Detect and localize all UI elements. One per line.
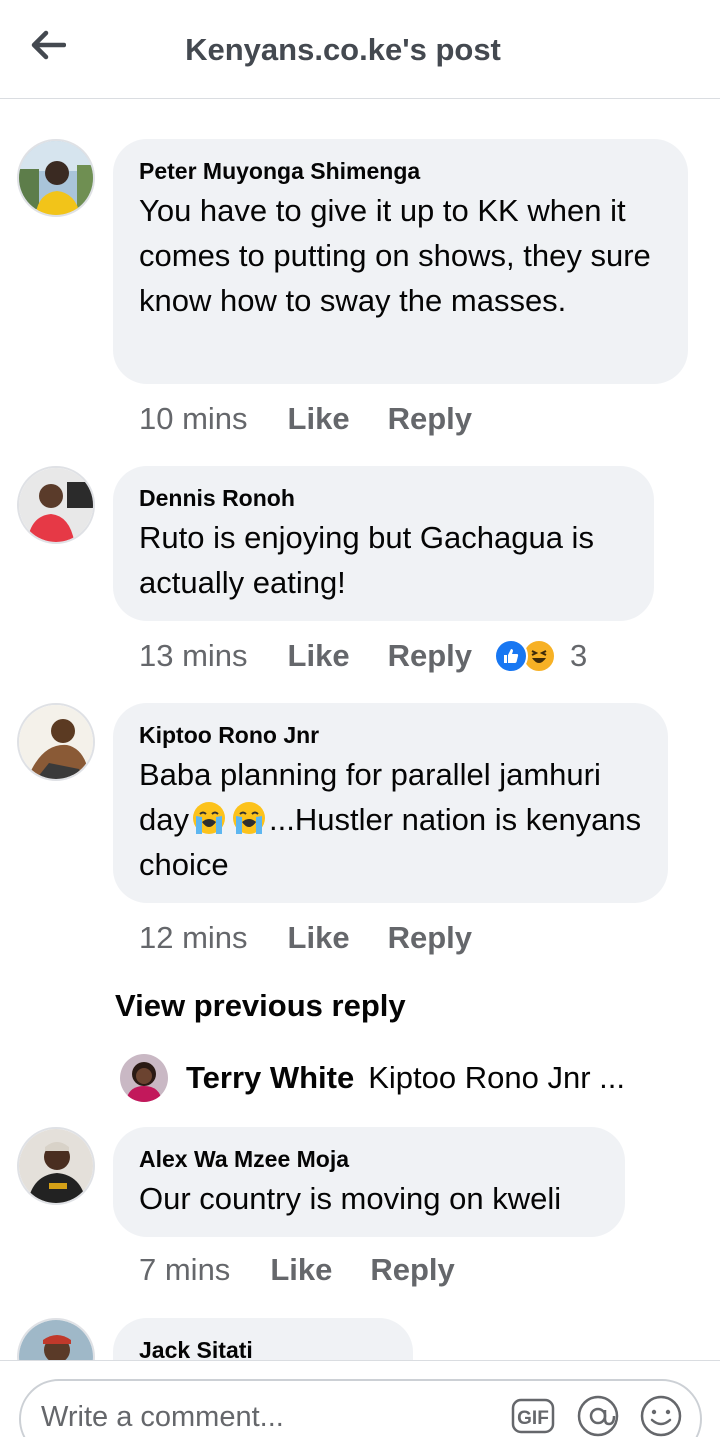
comment-text: Baba planning for parallel jamhuri day .… <box>139 752 642 887</box>
reply-button[interactable]: Reply <box>388 920 472 956</box>
mention-icon <box>577 1395 619 1437</box>
comment-author[interactable]: Alex Wa Mzee Moja <box>139 1145 599 1173</box>
comment-bubble[interactable]: Dennis Ronoh Ruto is enjoying but Gachag… <box>113 466 654 621</box>
reply-button[interactable]: Reply <box>388 401 472 437</box>
comment-author[interactable]: Dennis Ronoh <box>139 484 628 512</box>
reply-button[interactable]: Reply <box>388 638 472 674</box>
comment-author[interactable]: Kiptoo Rono Jnr <box>139 721 642 749</box>
comment-time: 10 mins <box>139 401 248 436</box>
comment-time: 12 mins <box>139 920 248 955</box>
loudly-crying-face-icon <box>192 802 225 834</box>
comment-actions: 7 mins Like Reply <box>139 1252 493 1288</box>
comment-time: 13 mins <box>139 638 248 673</box>
mention-button[interactable] <box>574 1392 622 1437</box>
comment-text: Our country is moving on kweli <box>139 1181 562 1216</box>
reply-button[interactable]: Reply <box>370 1252 454 1288</box>
gif-icon: GIF <box>511 1398 555 1434</box>
reply-preview[interactable]: Terry White Kiptoo Rono Jnr ... <box>120 1054 625 1102</box>
reply-snippet: Kiptoo Rono Jnr ... <box>368 1060 625 1095</box>
comment-input[interactable] <box>41 1395 461 1437</box>
page-title: Kenyans.co.ke's post <box>185 32 501 67</box>
reaction-count: 3 <box>570 638 588 673</box>
comment-composer: GIF <box>19 1379 702 1437</box>
comment-text: You have to give it up to KK when it com… <box>139 193 651 318</box>
comment-text: Ruto is enjoying but Gachagua is actuall… <box>139 520 594 600</box>
comment-actions: 13 mins Like Reply 3 <box>139 638 587 674</box>
like-button[interactable]: Like <box>270 1252 332 1288</box>
reply-author: Terry White <box>186 1060 355 1095</box>
like-button[interactable]: Like <box>288 401 350 437</box>
comment-actions: 10 mins Like Reply <box>139 401 510 437</box>
avatar[interactable] <box>17 1127 95 1205</box>
emoji-button[interactable] <box>637 1392 685 1437</box>
gif-label: GIF <box>517 1408 549 1429</box>
avatar <box>120 1054 168 1102</box>
comment-author[interactable]: Peter Muyonga Shimenga <box>139 157 662 185</box>
avatar[interactable] <box>17 703 95 781</box>
loudly-crying-face-icon <box>232 802 265 834</box>
comment-actions: 12 mins Like Reply <box>139 920 510 956</box>
avatar[interactable] <box>17 139 95 217</box>
reaction-summary[interactable]: 3 <box>494 638 587 674</box>
post-header: Kenyans.co.ke's post <box>0 0 720 99</box>
comment-bubble[interactable]: Alex Wa Mzee Moja Our country is moving … <box>113 1127 625 1237</box>
comment-time: 7 mins <box>139 1252 231 1287</box>
comment-bubble[interactable]: Kiptoo Rono Jnr Baba planning for parall… <box>113 703 668 903</box>
gif-button[interactable]: GIF <box>509 1392 557 1437</box>
like-reaction-icon <box>494 639 528 673</box>
like-button[interactable]: Like <box>288 638 350 674</box>
view-previous-reply-link[interactable]: View previous reply <box>115 988 406 1024</box>
comment-composer-bar: GIF <box>0 1360 720 1437</box>
emoji-icon <box>640 1395 682 1437</box>
like-button[interactable]: Like <box>288 920 350 956</box>
avatar[interactable] <box>17 466 95 544</box>
comment-bubble[interactable]: Peter Muyonga Shimenga You have to give … <box>113 139 688 384</box>
